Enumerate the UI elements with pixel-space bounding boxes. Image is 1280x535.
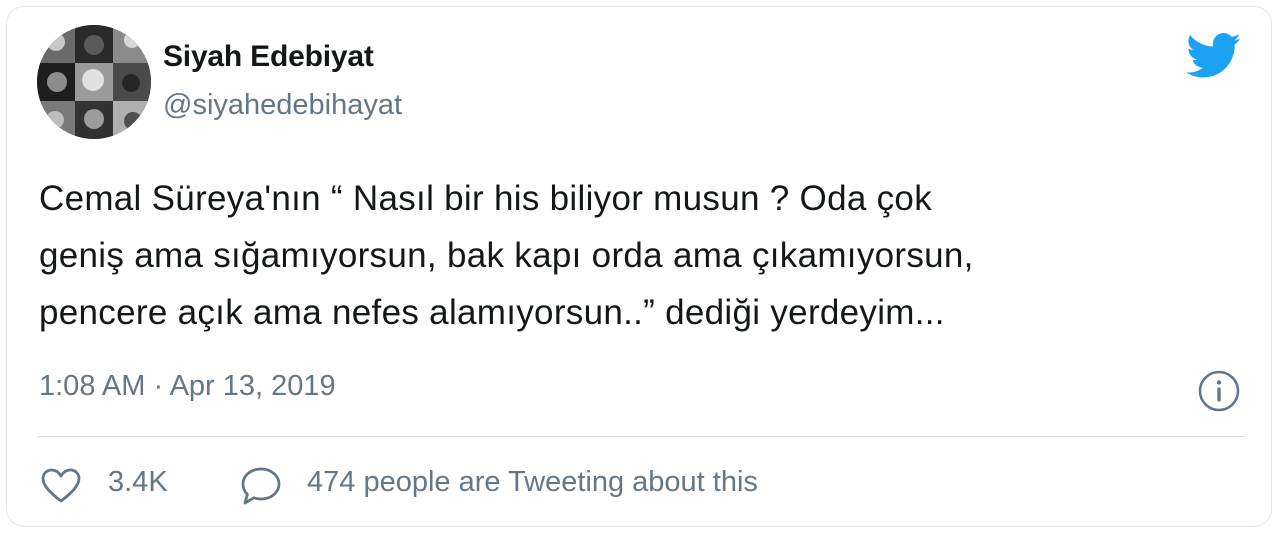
tweeting-about-this-link[interactable]: 474 people are Tweeting about this: [307, 466, 758, 499]
heart-icon[interactable]: [41, 468, 81, 504]
avatar[interactable]: [37, 25, 151, 139]
tweet-text: Cemal Süreya'nın “ Nasıl bir his biliyor…: [39, 179, 974, 332]
display-name[interactable]: Siyah Edebiyat: [163, 40, 374, 74]
divider: [38, 436, 1244, 437]
info-icon[interactable]: [1197, 369, 1241, 413]
like-count[interactable]: 3.4K: [108, 466, 168, 499]
speech-bubble-icon[interactable]: [240, 466, 282, 506]
user-handle[interactable]: @siyahedebihayat: [163, 89, 402, 122]
twitter-bird-icon[interactable]: [1186, 33, 1242, 79]
collage-avatar-image: [37, 25, 151, 139]
tweet-timestamp[interactable]: 1:08 AM · Apr 13, 2019: [39, 370, 336, 403]
